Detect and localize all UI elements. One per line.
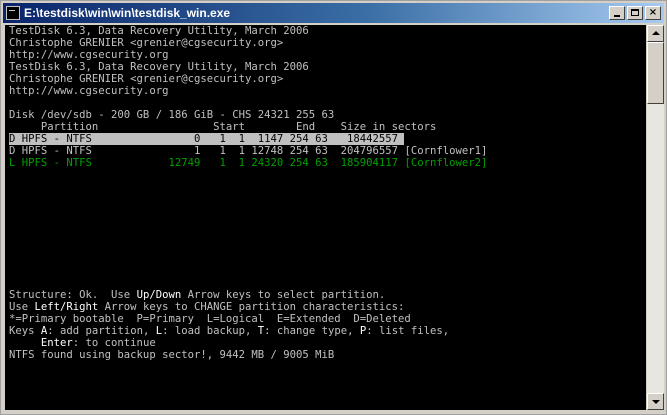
console-window: E:\testdisk\win\win\testdisk_win.exe × T… — [0, 0, 667, 415]
instruction-text: Use — [9, 301, 35, 313]
minimize-button[interactable] — [609, 6, 625, 20]
console-output[interactable]: TestDisk 6.3, Data Recovery Utility, Mar… — [5, 25, 646, 410]
keys-text: Keys — [9, 325, 41, 337]
console-app-icon[interactable] — [6, 6, 20, 20]
window-title: E:\testdisk\win\win\testdisk_win.exe — [24, 6, 231, 20]
partition-name: [Cornflower2] — [404, 157, 488, 169]
key-hint: Enter — [40, 337, 73, 349]
partition-row-text: D HPFS - NTFS 1 1 1 12748 254 63 2047965… — [9, 145, 405, 157]
close-button[interactable]: × — [645, 6, 661, 20]
title-bar[interactable]: E:\testdisk\win\win\testdisk_win.exe × — [3, 3, 664, 23]
keys-text: : load backup, — [162, 325, 258, 337]
enter-text — [9, 337, 41, 349]
keys-text: : list files, — [366, 325, 450, 337]
enter-text: : to continue — [72, 337, 156, 349]
partition-row[interactable]: L HPFS - NTFS 12749 1 1 24320 254 63 185… — [9, 157, 487, 170]
key-hint: Up/Down — [136, 289, 182, 301]
keys-text: : change type, — [264, 325, 360, 337]
scroll-down-button[interactable] — [647, 393, 664, 410]
header-line: http://www.cgsecurity.org — [9, 85, 169, 97]
arrow-up-icon — [652, 31, 660, 35]
scroll-up-button[interactable] — [647, 25, 664, 42]
ntfs-found-message: NTFS found using backup sector!, 9442 MB… — [9, 349, 335, 361]
status-text: Arrow keys to select partition. — [181, 289, 386, 301]
scrollbar-thumb[interactable] — [647, 42, 664, 104]
partition-name: [Cornflower1] — [404, 145, 488, 157]
key-hint: Left/Right — [34, 301, 99, 313]
arrow-down-icon — [652, 400, 660, 404]
partition-row-text: L HPFS - NTFS 12749 1 1 24320 254 63 185… — [9, 157, 405, 169]
maximize-button[interactable] — [627, 6, 643, 20]
partition-row-text: D HPFS - NTFS 0 1 1 1147 254 63 18442557 — [9, 133, 405, 145]
instruction-text: Arrow keys to CHANGE partition character… — [98, 301, 405, 313]
vertical-scrollbar[interactable] — [647, 25, 664, 410]
keys-text: : add partition, — [47, 325, 156, 337]
status-text: Structure: Ok. Use — [9, 289, 137, 301]
